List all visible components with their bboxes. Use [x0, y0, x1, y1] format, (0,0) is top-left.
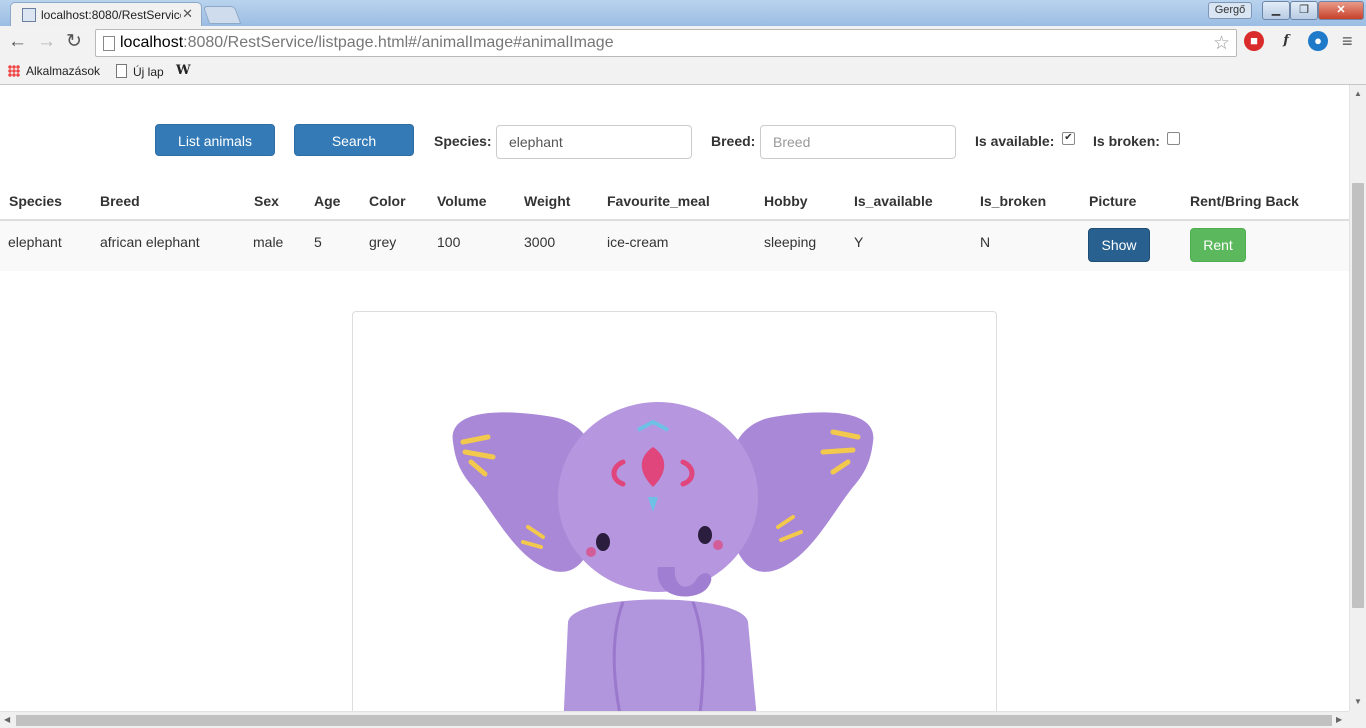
is-broken-checkbox[interactable] [1167, 132, 1180, 145]
breed-label: Breed: [711, 133, 756, 149]
cell-sex: male [253, 234, 284, 250]
search-button[interactable]: Search [294, 124, 414, 156]
browser-menu-icon[interactable]: ≡ [1342, 31, 1353, 52]
scroll-up-arrow-icon[interactable]: ▲ [1354, 89, 1362, 98]
table-row: elephant african elephant male 5 grey 10… [0, 221, 1349, 271]
cell-breed: african elephant [100, 234, 200, 250]
minimize-window-button[interactable]: ▁ [1262, 1, 1290, 20]
scroll-left-arrow-icon[interactable]: ◀ [4, 715, 10, 724]
close-window-button[interactable]: ✕ [1318, 1, 1364, 20]
cell-species: elephant [8, 234, 62, 250]
show-picture-button[interactable]: Show [1088, 228, 1150, 262]
horizontal-scrollbar[interactable]: ◀ ▶ [0, 711, 1349, 728]
cell-volume: 100 [437, 234, 461, 250]
column-header: Picture [1089, 193, 1137, 209]
column-header: Hobby [764, 193, 808, 209]
bookmark-star-icon[interactable]: ☆ [1213, 32, 1230, 55]
apps-grid-icon [8, 65, 20, 77]
list-animals-button[interactable]: List animals [155, 124, 275, 156]
vertical-scroll-thumb[interactable] [1352, 183, 1364, 608]
close-tab-icon[interactable]: ✕ [182, 6, 193, 22]
browser-toolbar: ← → ↻ localhost:8080/RestService/listpag… [0, 26, 1366, 60]
cell-favourite-meal: ice-cream [607, 234, 669, 250]
breed-input[interactable]: Breed [760, 125, 956, 159]
column-header: Breed [100, 193, 140, 209]
column-header: Volume [437, 193, 487, 209]
address-bar[interactable]: localhost:8080/RestService/listpage.html… [95, 29, 1237, 57]
title-bar: localhost:8080/RestService ✕ Gergő ▁ ❐ ✕ [0, 0, 1366, 27]
browser-tab[interactable]: localhost:8080/RestService ✕ [10, 2, 202, 27]
cell-hobby: sleeping [764, 234, 817, 250]
back-arrow-icon[interactable]: ← [8, 32, 27, 52]
formula-extension-icon[interactable]: f [1276, 31, 1296, 51]
column-header: Weight [524, 193, 571, 209]
document-icon [116, 64, 127, 78]
animal-image-panel [352, 311, 997, 711]
animals-table: Species Breed Sex Age Color Volume Weigh… [0, 183, 1349, 271]
vertical-scrollbar[interactable]: ▲ ▼ [1349, 85, 1366, 711]
column-header: Species [9, 193, 62, 209]
cell-is-broken: N [980, 234, 991, 250]
cell-weight: 3000 [524, 234, 556, 250]
is-available-label: Is available: [975, 133, 1055, 149]
horizontal-scroll-thumb[interactable] [16, 715, 1332, 726]
page-favicon-icon [22, 8, 36, 22]
bookmark-new-tab[interactable]: Új lap [116, 64, 164, 79]
adblock-extension-icon[interactable]: ■ [1244, 31, 1264, 51]
cell-is-available: Y [854, 234, 864, 250]
bookmarks-bar: Alkalmazások Új lap W [0, 60, 1366, 85]
reload-icon[interactable]: ↻ [66, 32, 82, 52]
bookmark-wikipedia[interactable]: W [176, 63, 191, 78]
rent-button[interactable]: Rent [1190, 228, 1246, 262]
column-header: Sex [254, 193, 279, 209]
is-broken-label: Is broken: [1093, 133, 1160, 149]
column-header: Age [314, 193, 341, 209]
url-text[interactable]: localhost:8080/RestService/listpage.html… [120, 34, 614, 52]
scrollbar-corner [1349, 711, 1366, 728]
filter-controls: List animals Search Species: elephant Br… [0, 124, 1349, 159]
scroll-down-arrow-icon[interactable]: ▼ [1354, 697, 1362, 706]
tab-title: localhost:8080/RestService [41, 8, 181, 22]
species-input[interactable]: elephant [496, 125, 692, 159]
page-icon [103, 36, 115, 51]
species-label: Species: [434, 133, 492, 149]
scroll-right-arrow-icon[interactable]: ▶ [1336, 715, 1342, 724]
column-header: Is_broken [980, 193, 1047, 209]
column-header: Is_available [854, 193, 933, 209]
maximize-window-button[interactable]: ❐ [1290, 1, 1318, 20]
forward-arrow-icon[interactable]: → [37, 32, 56, 52]
bookmark-apps[interactable]: Alkalmazások [8, 64, 100, 78]
column-header: Color [369, 193, 406, 209]
globe-extension-icon[interactable]: ● [1308, 31, 1328, 51]
cell-color: grey [369, 234, 397, 250]
cell-age: 5 [314, 234, 322, 250]
table-header: Species Breed Sex Age Color Volume Weigh… [0, 183, 1349, 221]
new-tab-button[interactable] [202, 6, 242, 24]
page-viewport: List animals Search Species: elephant Br… [0, 85, 1349, 711]
is-available-checkbox[interactable]: ✔ [1062, 132, 1075, 145]
elephant-plush-image [452, 402, 874, 711]
profile-name-badge[interactable]: Gergő [1208, 2, 1252, 19]
column-header: Rent/Bring Back [1190, 193, 1299, 209]
column-header: Favourite_meal [607, 193, 710, 209]
